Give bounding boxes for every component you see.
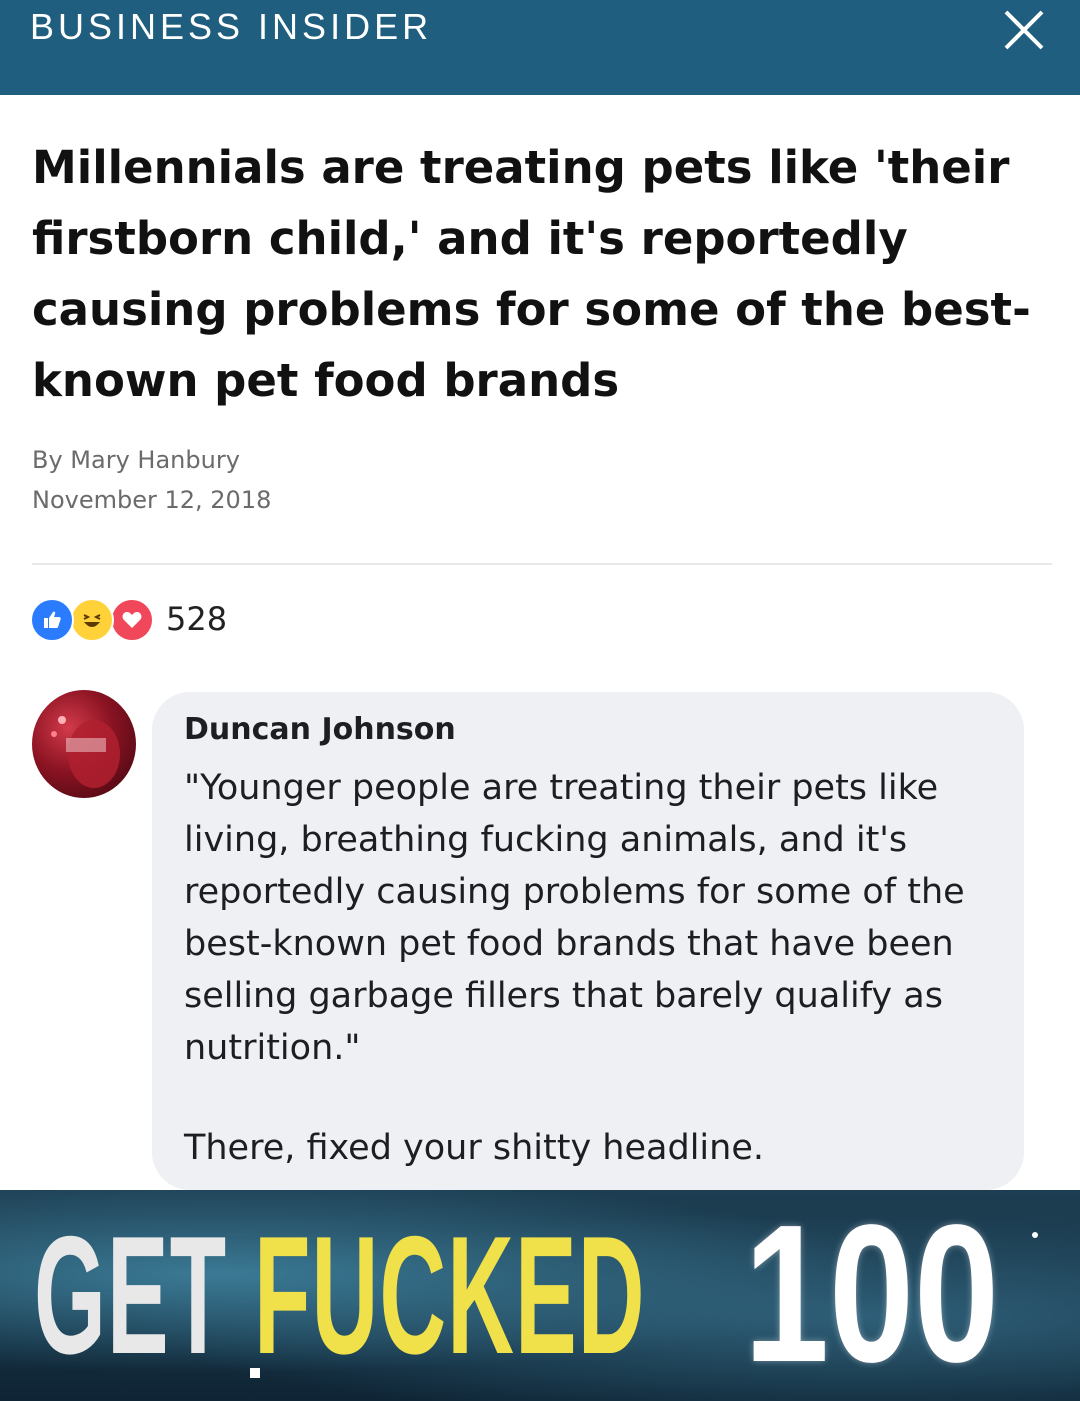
brand-logo: BUSINESS INSIDER (30, 6, 433, 47)
divider (32, 563, 1052, 565)
comment-fix-line: There, fixed your shitty headline. (184, 1128, 764, 1168)
sparkle-icon (250, 1368, 260, 1378)
like-icon (30, 598, 74, 642)
meme-caption: GET FUCKED (34, 1210, 646, 1380)
reaction-count: 528 (166, 600, 228, 638)
article-author[interactable]: By Mary Hanbury (32, 440, 271, 480)
close-icon[interactable] (1000, 6, 1048, 54)
meme-word-fucked: FUCKED (254, 1201, 646, 1389)
haha-icon (70, 598, 114, 642)
comment-author[interactable]: Duncan Johnson (184, 712, 456, 747)
sparkle-icon (1032, 1232, 1038, 1238)
avatar[interactable] (32, 690, 136, 798)
top-bar: BUSINESS INSIDER (0, 0, 1080, 95)
article-date: November 12, 2018 (32, 486, 272, 514)
meme-banner: GET FUCKED 100 (0, 1190, 1080, 1401)
love-icon (110, 598, 154, 642)
article-byline: By Mary Hanbury November 12, 2018 (32, 440, 271, 520)
meme-word-get: GET (34, 1201, 228, 1389)
article-headline: Millennials are treating pets like 'thei… (32, 141, 1031, 407)
comment-body: "Younger people are treating their pets … (184, 768, 965, 1068)
meme-score: 100 (744, 1190, 1000, 1401)
